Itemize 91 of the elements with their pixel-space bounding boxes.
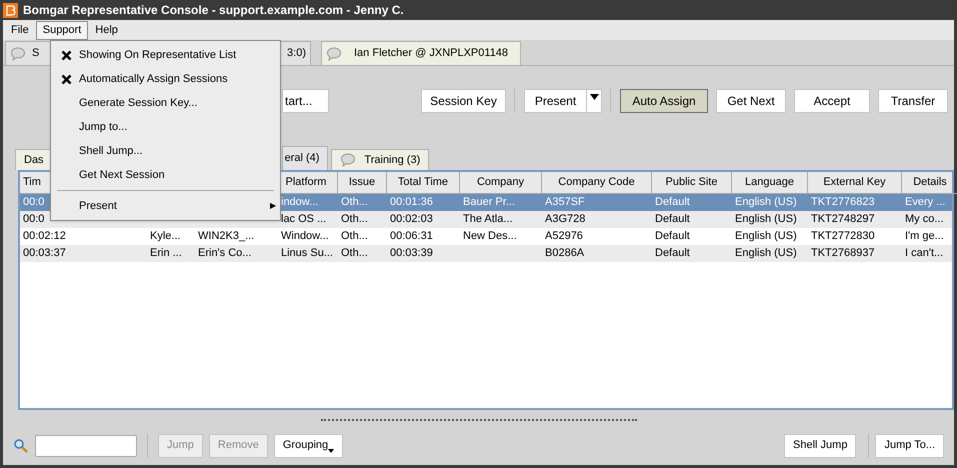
table-cell: A3G728	[545, 213, 586, 226]
menu-entry[interactable]: Get Next Session	[51, 163, 280, 187]
table-cell: Erin ...	[150, 247, 182, 260]
chat-bubble-icon	[326, 46, 342, 62]
queue-tab[interactable]: eral (4)	[282, 146, 328, 170]
table-cell: Default	[655, 213, 690, 226]
table-cell: Kyle...	[150, 230, 181, 242]
column-header[interactable]: Details	[913, 174, 947, 191]
table-cell: TKT2776823	[811, 196, 875, 208]
column-header[interactable]: Company Code	[558, 174, 635, 191]
toolbar-button[interactable]: Accept	[794, 89, 870, 113]
table-cell: Default	[655, 247, 690, 260]
table-cell: Oth...	[341, 247, 368, 260]
table-cell: New Des...	[463, 230, 517, 242]
table-cell: Every ...	[905, 196, 946, 208]
bottom-button[interactable]: Shell Jump	[784, 434, 856, 458]
table-cell: Linus Su...	[281, 247, 333, 260]
table-cell: English (US)	[735, 230, 797, 242]
table-cell: TKT2748297	[811, 213, 875, 226]
table-cell: English (US)	[735, 247, 797, 260]
table-cell: 00:03:39	[390, 247, 433, 260]
table-cell: 00:0	[23, 213, 44, 226]
toolbar-button[interactable]: Session Key	[421, 89, 506, 113]
toolbar-button[interactable]: Get Next	[716, 89, 786, 113]
table-cell: 00:02:03	[390, 213, 433, 226]
table-row[interactable]: 00:03:37 Erin ... Erin's Co... Linus Su... Oth... 00:03:39 B0286A Default English (US) TKT2768937 I can't...	[20, 245, 952, 262]
table-cell: Default	[655, 196, 690, 208]
table-cell: TKT2772830	[811, 230, 875, 242]
table-cell: Bauer Pr...	[463, 196, 515, 208]
menu-entry[interactable]: Showing On Representative List	[51, 43, 280, 67]
column-header[interactable]: External Key	[823, 174, 886, 191]
table-cell: Oth...	[341, 196, 368, 208]
toolbar-button[interactable]: Auto Assign	[620, 89, 708, 113]
table-cell: lac OS ...	[281, 213, 326, 226]
table-cell: TKT2768937	[811, 247, 875, 260]
menu-item[interactable]: Help	[88, 20, 125, 40]
menu-item[interactable]: File	[4, 20, 36, 40]
column-header[interactable]: Issue	[348, 174, 376, 191]
column-header[interactable]: Tim	[23, 174, 41, 191]
column-header[interactable]: Platform	[286, 174, 326, 191]
table-cell: A52976	[545, 230, 583, 242]
session-tab[interactable]: Ian Fletcher @ JXNPLXP01148	[321, 41, 522, 65]
splitter-handle[interactable]	[320, 419, 636, 421]
table-cell: 00:0	[23, 196, 44, 208]
queue-tab[interactable]: Das	[15, 149, 53, 170]
menu-entry[interactable]: Shell Jump...	[51, 139, 280, 163]
table-cell: Oth...	[341, 213, 368, 226]
table-cell: Window...	[281, 230, 329, 242]
menu-item[interactable]: Support	[36, 20, 88, 40]
column-header[interactable]: Total Time	[398, 174, 448, 191]
table-cell: 00:02:12	[23, 230, 66, 242]
toolbar-button[interactable]: Transfer	[878, 89, 948, 113]
table-cell: 00:03:37	[23, 247, 66, 260]
column-header[interactable]: Language	[745, 174, 794, 191]
toolbar-button[interactable]: tart...	[282, 89, 329, 113]
queue-tab[interactable]: Training (3)	[331, 149, 430, 170]
table-cell: My co...	[905, 213, 944, 226]
table-cell: indow...	[281, 196, 318, 208]
table-cell: Erin's Co...	[198, 247, 252, 260]
table-cell: English (US)	[735, 196, 797, 208]
table-cell: 00:06:31	[390, 230, 433, 242]
logo-icon	[3, 2, 18, 18]
table-cell: WIN2K3_...	[198, 230, 254, 242]
table-cell: 00:01:36	[390, 196, 433, 208]
table-cell: English (US)	[735, 213, 797, 226]
column-header[interactable]: Public Site	[666, 174, 718, 191]
table-cell: The Atla...	[463, 213, 513, 226]
search-field[interactable]	[35, 434, 137, 456]
tab-label: Ian Fletcher @ JXNPLXP01148	[354, 46, 508, 62]
present-dropdown[interactable]: Present	[524, 89, 602, 113]
table-cell: A357SF	[545, 196, 585, 208]
tab-label: 3:0)	[287, 46, 306, 62]
bottom-button[interactable]: Grouping	[274, 434, 344, 458]
chat-bubble-icon	[340, 152, 356, 168]
menu-entry[interactable]: Generate Session Key...	[51, 91, 280, 115]
window-title: Bomgar Representative Console - support.example.com - Jenny C.	[23, 2, 404, 19]
tab-label: S	[32, 46, 40, 62]
bottom-button[interactable]: Jump To...	[875, 434, 944, 458]
column-header[interactable]: Company	[476, 174, 524, 191]
table-cell: Oth...	[341, 230, 368, 242]
table-cell: I'm ge...	[905, 230, 944, 242]
check-x-icon	[61, 74, 72, 84]
table-cell: B0286A	[545, 247, 584, 260]
caret-icon	[590, 94, 598, 100]
table-cell: Default	[655, 230, 690, 242]
chat-bubble-icon	[10, 46, 26, 62]
search-icon	[13, 438, 29, 454]
menu-entry[interactable]: Automatically Assign Sessions	[51, 67, 280, 91]
menu-entry[interactable]: Jump to...	[51, 115, 280, 139]
table-cell: I can't...	[905, 247, 944, 260]
check-x-icon	[61, 50, 72, 60]
